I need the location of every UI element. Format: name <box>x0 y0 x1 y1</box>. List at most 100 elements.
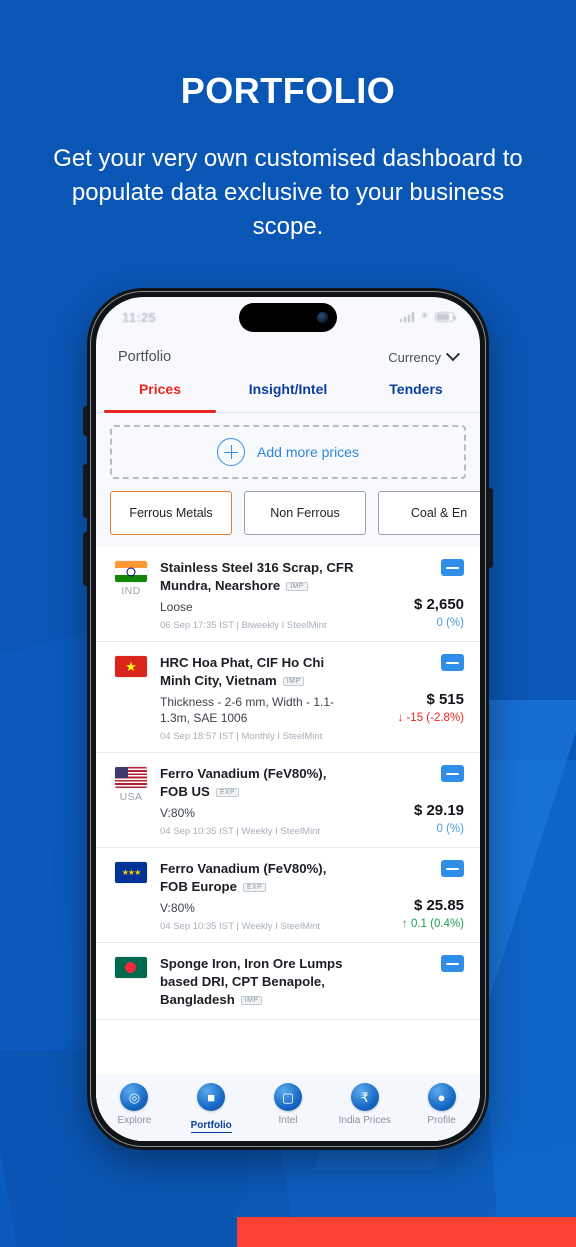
promo-headline: PORTFOLIO <box>180 70 396 111</box>
user-icon: ● <box>427 1083 456 1111</box>
currency-selector[interactable]: Currency <box>388 347 461 365</box>
price-change: ↓ -15 (-2.8%) <box>397 712 464 724</box>
nav-item-profile[interactable]: ● Profile <box>403 1083 480 1126</box>
book-icon: ▢ <box>273 1083 302 1111</box>
nav-label: Explore <box>117 1115 152 1126</box>
phone-power-button <box>489 488 493 568</box>
price-value: $ 29.19 <box>413 802 464 819</box>
chevron-down-icon <box>445 347 461 362</box>
country-column: ★★★ <box>112 860 150 932</box>
nav-item-portfolio[interactable]: ■ Portfolio <box>173 1083 250 1133</box>
trade-type-badge: IMP <box>286 582 308 591</box>
phone-volume-down-button <box>83 532 87 586</box>
promo-text-block: PORTFOLIO Get your very own customised d… <box>0 0 576 244</box>
price-title: Stainless Steel 316 Scrap, CFR Mundra, N… <box>160 560 354 593</box>
country-column <box>112 955 150 1009</box>
tab-insight-intel[interactable]: Insight/Intel <box>224 377 352 412</box>
country-column: USA <box>112 765 150 837</box>
price-meta: 04 Sep 18:57 IST | Monthly I SteelMint <box>160 731 323 742</box>
minus-button[interactable] <box>441 559 464 576</box>
price-change: 0 (%) <box>436 823 464 835</box>
category-chip-row[interactable]: Ferrous Metals Non Ferrous Coal & En <box>96 487 480 547</box>
app-header: Portfolio Currency <box>96 337 480 377</box>
table-row[interactable]: USA Ferro Vanadium (FeV80%), FOB US EXP V… <box>96 753 480 848</box>
plus-circle-icon <box>217 438 246 466</box>
minus-button[interactable] <box>441 955 464 972</box>
price-column: $ 2,650 0 (%) <box>368 559 464 631</box>
price-value: $ 25.85 <box>413 897 464 914</box>
price-info: Ferro Vanadium (FeV80%), FOB US EXP V:80%… <box>160 765 358 837</box>
flag-india-icon <box>115 561 147 582</box>
country-column: IND <box>112 559 150 631</box>
table-row[interactable]: ★ HRC Hoa Phat, CIF Ho Chi Minh City, Vi… <box>96 642 480 753</box>
price-info: HRC Hoa Phat, CIF Ho Chi Minh City, Viet… <box>160 654 358 742</box>
phone-volume-up-button <box>83 464 87 518</box>
price-meta: 06 Sep 17:35 IST | Biweekly I SteelMint <box>160 620 327 631</box>
flag-vietnam-icon: ★ <box>115 656 147 677</box>
flag-bangladesh-icon <box>115 957 147 978</box>
chip-coal-and-energy[interactable]: Coal & En <box>378 491 480 535</box>
nav-label: Intel <box>278 1115 298 1126</box>
table-row[interactable]: ★★★ Ferro Vanadium (FeV80%), FOB Europe E… <box>96 848 480 943</box>
rupee-icon: ₹ <box>350 1083 379 1111</box>
tab-bar: Prices Insight/Intel Tenders <box>96 377 480 413</box>
price-spec: Thickness - 2-6 mm, Width - 1.1-1.3m, SA… <box>160 695 335 725</box>
table-row[interactable]: Sponge Iron, Iron Ore Lumps based DRI, C… <box>96 943 480 1020</box>
flag-european-union-icon: ★★★ <box>115 862 147 883</box>
status-bar-time: 11:25 <box>122 309 157 325</box>
page-title: Portfolio <box>118 349 172 365</box>
signal-bars-icon <box>399 312 415 322</box>
chip-non-ferrous[interactable]: Non Ferrous <box>244 491 366 535</box>
price-list[interactable]: IND Stainless Steel 316 Scrap, CFR Mundr… <box>96 547 480 1141</box>
price-column: $ 29.19 0 (%) <box>368 765 464 837</box>
price-column <box>368 955 464 1009</box>
price-info: Sponge Iron, Iron Ore Lumps based DRI, C… <box>160 955 358 1009</box>
trade-type-badge: EXP <box>215 788 240 797</box>
wifi-icon: ☀ <box>420 311 429 322</box>
dynamic-island <box>239 303 337 332</box>
nav-label: Portfolio <box>190 1120 232 1133</box>
price-value: $ 2,650 <box>413 596 464 613</box>
nav-item-intel[interactable]: ▢ Intel <box>250 1083 327 1126</box>
tab-prices[interactable]: Prices <box>96 377 224 413</box>
nav-label: India Prices <box>338 1115 391 1126</box>
price-change: ↑ 0.1 (0.4%) <box>402 918 464 930</box>
briefcase-icon: ■ <box>197 1083 226 1111</box>
price-column: $ 515 ↓ -15 (-2.8%) <box>368 654 464 742</box>
price-info: Stainless Steel 316 Scrap, CFR Mundra, N… <box>160 559 358 631</box>
price-change: 0 (%) <box>436 617 464 629</box>
bottom-navigation-bar: ◎ Explore ■ Portfolio ▢ Intel ₹ India Pr… <box>96 1075 480 1141</box>
battery-icon <box>435 312 456 322</box>
nav-item-explore[interactable]: ◎ Explore <box>96 1083 173 1126</box>
front-camera-icon <box>317 312 328 323</box>
country-code: IND <box>121 585 141 597</box>
minus-button[interactable] <box>441 860 464 877</box>
trade-type-badge: IMP <box>240 996 263 1005</box>
table-row[interactable]: IND Stainless Steel 316 Scrap, CFR Mundr… <box>96 547 480 642</box>
trade-type-badge: IMP <box>282 677 305 686</box>
tab-tenders[interactable]: Tenders <box>352 377 480 412</box>
price-title: Ferro Vanadium (FeV80%), FOB US <box>160 766 327 799</box>
trade-type-badge: EXP <box>242 883 267 892</box>
minus-button[interactable] <box>441 765 464 782</box>
country-column: ★ <box>112 654 150 742</box>
status-bar-indicators: ☀ <box>399 311 456 322</box>
flag-usa-icon <box>115 767 147 788</box>
status-bar: 11:25 ☀ <box>96 297 480 337</box>
price-spec: V:80% <box>160 901 195 915</box>
price-spec: Loose <box>160 600 193 614</box>
currency-label: Currency <box>388 349 441 365</box>
phone-mockup: 11:25 ☀ Portfolio Currency Prices Insigh… <box>83 288 493 1150</box>
price-meta: 04 Sep 10:35 IST | Weekly I SteelMint <box>160 921 321 932</box>
nav-item-india-prices[interactable]: ₹ India Prices <box>326 1083 403 1126</box>
nav-label: Profile <box>427 1115 456 1126</box>
add-more-prices-button[interactable]: Add more prices <box>110 425 466 479</box>
phone-mute-switch <box>83 406 87 436</box>
price-meta: 04 Sep 10:35 IST | Weekly I SteelMint <box>160 826 321 837</box>
minus-button[interactable] <box>441 654 464 671</box>
price-value: $ 515 <box>426 691 464 708</box>
chip-ferrous-metals[interactable]: Ferrous Metals <box>110 491 232 535</box>
price-spec: V:80% <box>160 806 195 820</box>
promo-subheadline: Get your very own customised dashboard t… <box>53 145 523 240</box>
price-info: Ferro Vanadium (FeV80%), FOB Europe EXP V… <box>160 860 358 932</box>
